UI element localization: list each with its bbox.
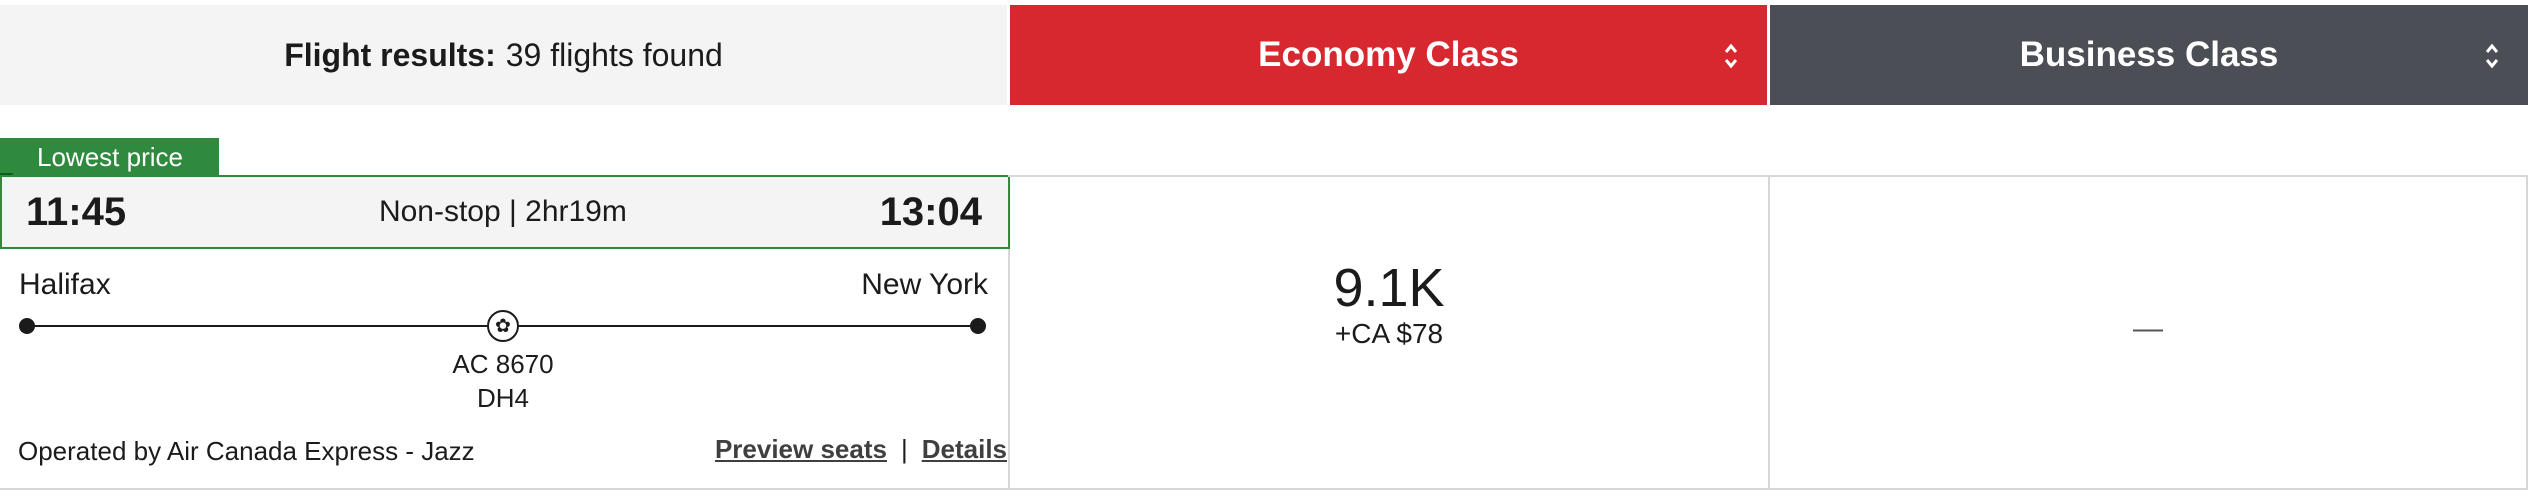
aircraft-type: DH4: [476, 383, 529, 413]
business-class-label: Business Class: [2019, 35, 2279, 74]
flight-time-bar: 11:45 Non-stop | 2hr19m 13:04: [0, 175, 1010, 249]
operated-by: Operated by Air Canada Express - Jazz: [18, 436, 475, 466]
departure-time: 11:45: [26, 189, 127, 234]
sort-icon[interactable]: [2484, 41, 2500, 71]
results-count: 39 flights found: [505, 36, 723, 73]
sort-icon[interactable]: [1723, 41, 1739, 71]
destination-dot: [970, 318, 986, 334]
business-class-header[interactable]: Business Class: [1770, 5, 2528, 105]
origin-dot: [19, 318, 35, 334]
results-summary: Flight results: 39 flights found: [0, 5, 1007, 105]
economy-cash-price: +CA $78: [1334, 318, 1444, 349]
economy-class-header[interactable]: Economy Class: [1010, 5, 1767, 105]
flight-info: AC 8670 DH4: [403, 347, 603, 415]
flight-number: AC 8670: [452, 349, 554, 379]
details-link[interactable]: Details: [922, 434, 1007, 465]
lowest-price-label: Lowest price: [37, 141, 183, 172]
origin-city: Halifax: [19, 268, 111, 301]
link-separator: |: [900, 434, 908, 464]
results-label: Flight results:: [284, 36, 496, 73]
lowest-price-badge: Lowest price: [0, 138, 219, 176]
flight-links: Preview seats | Details: [715, 434, 1007, 465]
economy-points-price: 9.1K: [1333, 258, 1445, 318]
arrival-time: 13:04: [879, 189, 982, 234]
destination-city: New York: [861, 268, 988, 301]
business-unavailable: —: [2133, 312, 2163, 345]
flight-duration: Non-stop | 2hr19m: [378, 195, 627, 228]
maple-leaf-icon: ✿: [487, 310, 519, 342]
economy-class-label: Economy Class: [1258, 35, 1519, 74]
preview-seats-link[interactable]: Preview seats: [715, 434, 887, 465]
